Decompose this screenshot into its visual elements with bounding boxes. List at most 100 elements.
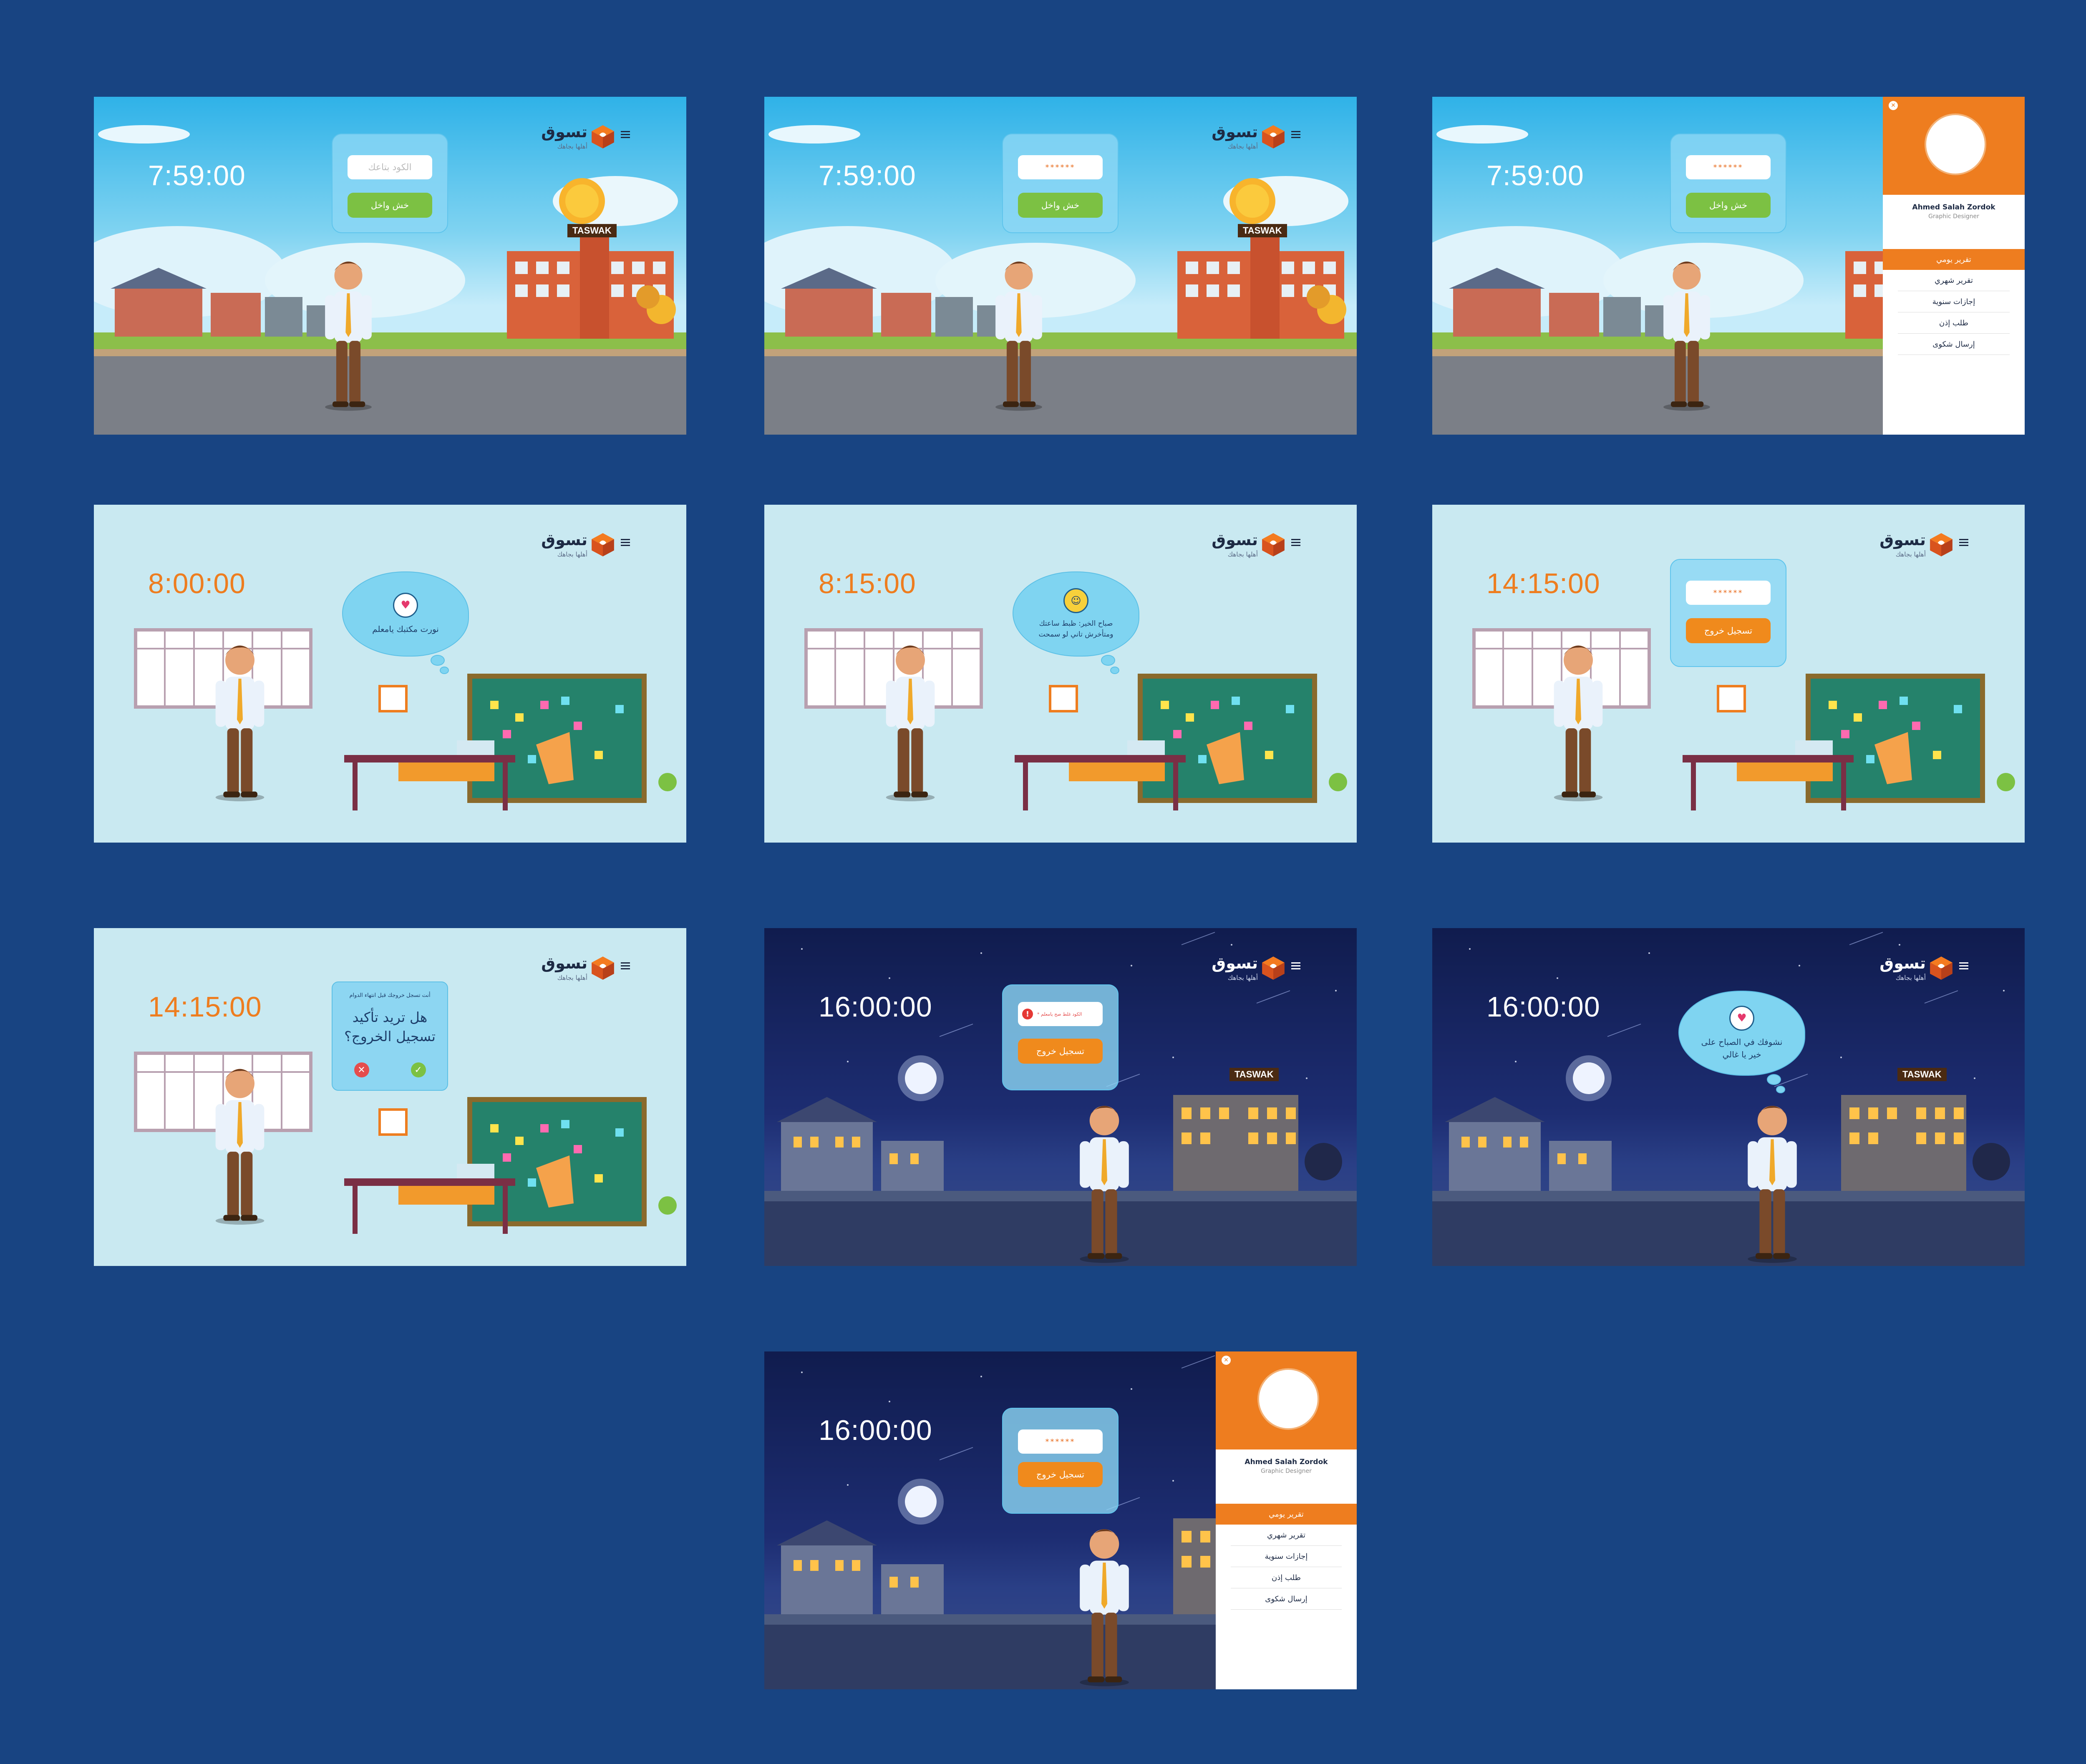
hamburger-menu-icon[interactable]: [1291, 962, 1300, 970]
password-input[interactable]: ******: [1686, 155, 1771, 179]
confirm-exit-dialog: أنت تسجل خروجك قبل انتهاء الدوام هل تريد…: [332, 981, 448, 1091]
screen-login-empty: TASWAK 7:59:00 تسوق أهلها بجاهك الكود بت…: [94, 97, 686, 435]
confirm-question: هل تريد تأكيد تسجيل الخروج؟: [344, 1009, 436, 1044]
exit-card: ****** تسجيل خروج: [1002, 1408, 1119, 1514]
menu-item-monthly-report[interactable]: تقرير شهري: [1231, 1525, 1342, 1546]
taswak-building-sign: TASWAK: [1238, 224, 1287, 237]
exit-card: ! * الكود غلط صح يامعلم تسجيل خروج: [1002, 984, 1119, 1090]
logo-name: تسوق: [541, 531, 587, 549]
logo-name: تسوق: [1879, 954, 1926, 972]
hamburger-menu-icon[interactable]: [1959, 539, 1968, 546]
taswak-logo: تسوق أهلها بجاهك: [1868, 949, 1956, 986]
exit-button[interactable]: تسجيل خروج: [1686, 618, 1771, 643]
profile-block: Ahmed Salah Zordok Graphic Designer: [1216, 1351, 1357, 1475]
enter-button[interactable]: خش واخل: [1686, 193, 1771, 218]
cancel-x-icon[interactable]: ✕: [354, 1062, 369, 1077]
speech-bubble: ☺ صباح الخير: ظبط ساعتك ومتأخرش تاني لو …: [1013, 571, 1139, 674]
hamburger-menu-icon[interactable]: [1291, 131, 1300, 138]
profile-role: Graphic Designer: [1261, 1468, 1312, 1475]
clock-time: 8:00:00: [148, 568, 246, 599]
clock-time: 14:15:00: [1486, 568, 1600, 599]
exit-button[interactable]: تسجيل خروج: [1018, 1462, 1103, 1487]
error-alert-icon: !: [1022, 1009, 1033, 1019]
side-drawer: ✕ Ahmed Salah Zordok Graphic Designer تق…: [1216, 1351, 1357, 1689]
taswak-building-sign: TASWAK: [567, 224, 617, 237]
screen-office-exit: 14:15:00 تسوق أهلها بجاهك ****** تسجيل خ…: [1432, 505, 2025, 843]
clock-time: 16:00:00: [1486, 991, 1600, 1023]
menu-item-permission-request[interactable]: طلب إذن: [1231, 1567, 1342, 1588]
employee-jumping-illustration: [1073, 1097, 1136, 1264]
logo-box-icon: [1260, 123, 1286, 149]
logo-name: تسوق: [1879, 531, 1926, 549]
enter-button[interactable]: خش واخل: [1018, 193, 1103, 218]
taswak-logo: تسوق أهلها بجاهك: [1200, 118, 1288, 155]
profile-block: Ahmed Salah Zordok Graphic Designer: [1883, 97, 2025, 220]
menu-item-annual-leave[interactable]: إجازات سنوية: [1231, 1546, 1342, 1567]
logo-name: تسوق: [1212, 954, 1258, 972]
menu-item-daily-report[interactable]: تقرير يومي: [1883, 249, 2025, 270]
hamburger-menu-icon[interactable]: [621, 962, 630, 970]
logo-tagline: أهلها بجاهك: [1895, 974, 1926, 981]
confirm-check-icon[interactable]: ✓: [411, 1062, 426, 1077]
employee-jumping-illustration: [1741, 1097, 1804, 1264]
screen-office-confirm: 14:15:00 تسوق أهلها بجاهك أنت تسجل خروجك…: [94, 928, 686, 1266]
hamburger-menu-icon[interactable]: [621, 539, 630, 546]
bubble-message: صباح الخير: ظبط ساعتك ومتأخرش تاني لو سم…: [1038, 619, 1114, 639]
taswak-logo: تسوق أهلها بجاهك: [1200, 949, 1288, 986]
bubble-message: نورت مكتبك يامعلم: [372, 624, 439, 634]
employee-jumping-illustration: [1073, 1520, 1136, 1687]
logo-tagline: أهلها بجاهك: [1895, 551, 1926, 558]
screen-login-drawer: 7:59:00 ****** خش واخل ✕ Ahmed Salah Zor…: [1432, 97, 2025, 435]
heart-icon: ♥: [1729, 1006, 1754, 1031]
login-card: الكود بتاعك خش واخل: [332, 133, 448, 233]
employee-walking-illustration: [319, 253, 378, 412]
error-field[interactable]: ! * الكود غلط صح يامعلم: [1018, 1002, 1103, 1026]
menu-item-send-complaint[interactable]: إرسال شكوى: [1231, 1588, 1342, 1610]
profile-role: Graphic Designer: [1928, 213, 1979, 220]
logo-box-icon: [1928, 531, 1954, 557]
logo-name: تسوق: [1212, 531, 1258, 549]
logo-tagline: أهلها بجاهك: [1227, 974, 1258, 981]
logo-box-icon: [590, 955, 616, 981]
screen-night-goodbye: TASWAK 16:00:00 تسوق أهلها بجاهك ♥ نشوفك…: [1432, 928, 2025, 1266]
clock-time: 7:59:00: [819, 160, 916, 191]
menu-item-annual-leave[interactable]: إجازات سنوية: [1898, 291, 2010, 312]
logo-tagline: أهلها بجاهك: [557, 143, 587, 150]
clock-time: 14:15:00: [148, 991, 262, 1023]
logo-name: تسوق: [541, 954, 587, 972]
exit-card: ****** تسجيل خروج: [1670, 559, 1786, 667]
password-input[interactable]: ******: [1686, 581, 1771, 605]
menu-item-permission-request[interactable]: طلب إذن: [1898, 312, 2010, 334]
employee-walking-illustration: [1658, 253, 1716, 412]
screen-office-late: 8:15:00 تسوق أهلها بجاهك ☺ صباح الخير: ظ…: [764, 505, 1357, 843]
login-card: ****** خش واخل: [1002, 133, 1119, 233]
logo-box-icon: [1260, 531, 1286, 557]
exit-button[interactable]: تسجيل خروج: [1018, 1039, 1103, 1064]
profile-name: Ahmed Salah Zordok: [1245, 1458, 1328, 1466]
password-input[interactable]: ******: [1018, 1429, 1103, 1454]
smiley-icon: ☺: [1063, 588, 1088, 613]
taswak-building-sign: TASWAK: [1229, 1068, 1279, 1081]
employee-standing-illustration: [881, 632, 940, 807]
employee-code-input[interactable]: الكود بتاعك: [348, 155, 432, 179]
taswak-logo: تسوق أهلها بجاهك: [530, 118, 617, 155]
menu-item-daily-report[interactable]: تقرير يومي: [1216, 1504, 1357, 1525]
side-drawer: ✕ Ahmed Salah Zordok Graphic Designer تق…: [1883, 97, 2025, 435]
hamburger-menu-icon[interactable]: [1959, 962, 1968, 970]
screen-login-filled: TASWAK 7:59:00 تسوق أهلها بجاهك ****** خ…: [764, 97, 1357, 435]
hamburger-menu-icon[interactable]: [1291, 539, 1300, 546]
password-input[interactable]: ******: [1018, 155, 1103, 179]
menu-item-send-complaint[interactable]: إرسال شكوى: [1898, 334, 2010, 355]
hamburger-menu-icon[interactable]: [621, 131, 630, 138]
employee-standing-illustration: [211, 632, 269, 807]
logo-tagline: أهلها بجاهك: [1227, 551, 1258, 558]
taswak-logo: تسوق أهلها بجاهك: [1200, 526, 1288, 563]
speech-bubble: ♥ نشوفك في الصباح على خير يا غالي: [1678, 991, 1805, 1093]
enter-button[interactable]: خش واخل: [348, 193, 432, 218]
confirm-notice: أنت تسجل خروجك قبل انتهاء الدوام: [349, 992, 431, 999]
menu-item-monthly-report[interactable]: تقرير شهري: [1898, 270, 2010, 291]
speech-bubble: ♥ نورت مكتبك يامعلم: [342, 571, 469, 674]
bubble-message: نشوفك في الصباح على خير يا غالي: [1701, 1037, 1783, 1059]
drawer-menu: تقرير يومي تقرير شهري إجازات سنوية طلب إ…: [1216, 1504, 1357, 1610]
logo-box-icon: [590, 123, 616, 149]
